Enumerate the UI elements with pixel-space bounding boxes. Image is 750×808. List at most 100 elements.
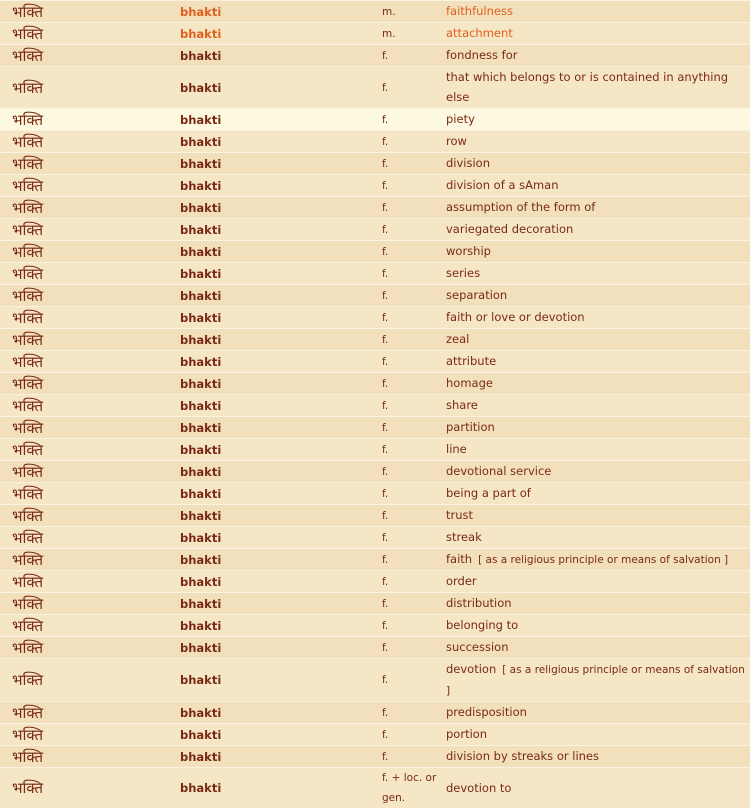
transliteration[interactable]: bhakti [180, 724, 382, 746]
meaning-cell: devotional service [446, 461, 750, 483]
meaning-text: devotion to [446, 781, 511, 795]
meaning-cell: row [446, 131, 750, 153]
dictionary-row[interactable]: भक्ति bhakti f. partition [0, 417, 750, 439]
meaning-cell: variegated decoration [446, 219, 750, 241]
transliteration[interactable]: bhakti [180, 329, 382, 351]
transliteration[interactable]: bhakti [180, 702, 382, 724]
transliteration[interactable]: bhakti [180, 197, 382, 219]
meaning-text: division [446, 156, 490, 170]
dictionary-row[interactable]: भक्ति bhakti f. row [0, 131, 750, 153]
transliteration[interactable]: bhakti [180, 395, 382, 417]
dictionary-row[interactable]: भक्ति bhakti f. being a part of [0, 483, 750, 505]
transliteration[interactable]: bhakti [180, 768, 382, 808]
meaning-text: devotional service [446, 464, 551, 478]
dictionary-row[interactable]: भक्ति bhakti f. worship [0, 241, 750, 263]
meaning-note: [ as a religious principle or means of s… [478, 554, 728, 566]
dictionary-row[interactable]: भक्ति bhakti f. line [0, 439, 750, 461]
dictionary-row[interactable]: भक्ति bhakti f. division of a sAman [0, 175, 750, 197]
transliteration[interactable]: bhakti [180, 505, 382, 527]
grammar-tag: f. [382, 549, 446, 571]
grammar-tag: f. [382, 439, 446, 461]
meaning-text: line [446, 442, 467, 456]
devanagari-word: भक्ति [0, 615, 180, 637]
dictionary-row[interactable]: भक्ति bhakti f. faith[ as a religious pr… [0, 549, 750, 571]
dictionary-row[interactable]: भक्ति bhakti f. faith or love or devotio… [0, 307, 750, 329]
transliteration[interactable]: bhakti [180, 637, 382, 659]
transliteration[interactable]: bhakti [180, 45, 382, 67]
transliteration[interactable]: bhakti [180, 351, 382, 373]
meaning-cell: division by streaks or lines [446, 746, 750, 768]
grammar-tag: f. [382, 527, 446, 549]
devanagari-word: भक्ति [0, 483, 180, 505]
transliteration[interactable]: bhakti [180, 241, 382, 263]
dictionary-row[interactable]: भक्ति bhakti f. that which belongs to or… [0, 67, 750, 109]
meaning-text: devotion [446, 662, 496, 676]
meaning-cell: portion [446, 724, 750, 746]
dictionary-row[interactable]: भक्ति bhakti f. homage [0, 373, 750, 395]
devanagari-word: भक्ति [0, 219, 180, 241]
meaning-cell: predisposition [446, 702, 750, 724]
meaning-cell: partition [446, 417, 750, 439]
devanagari-word: भक्ति [0, 197, 180, 219]
dictionary-row[interactable]: भक्ति bhakti m. attachment [0, 23, 750, 45]
transliteration[interactable]: bhakti [180, 549, 382, 571]
dictionary-row[interactable]: भक्ति bhakti f. attribute [0, 351, 750, 373]
dictionary-row[interactable]: भक्ति bhakti f. piety [0, 109, 750, 131]
transliteration[interactable]: bhakti [180, 67, 382, 109]
meaning-cell: devotion to [446, 768, 750, 808]
transliteration[interactable]: bhakti [180, 571, 382, 593]
transliteration[interactable]: bhakti [180, 1, 382, 23]
meaning-cell: attribute [446, 351, 750, 373]
grammar-tag: f. [382, 702, 446, 724]
transliteration[interactable]: bhakti [180, 175, 382, 197]
transliteration[interactable]: bhakti [180, 417, 382, 439]
dictionary-row[interactable]: भक्ति bhakti f. separation [0, 285, 750, 307]
dictionary-row[interactable]: भक्ति bhakti f. + loc. or gen. devotion … [0, 768, 750, 808]
dictionary-row[interactable]: भक्ति bhakti f. assumption of the form o… [0, 197, 750, 219]
devanagari-word: भक्ति [0, 23, 180, 45]
transliteration[interactable]: bhakti [180, 307, 382, 329]
dictionary-row[interactable]: भक्ति bhakti f. zeal [0, 329, 750, 351]
dictionary-row[interactable]: भक्ति bhakti f. devotion[ as a religious… [0, 659, 750, 702]
transliteration[interactable]: bhakti [180, 615, 382, 637]
meaning-cell: share [446, 395, 750, 417]
dictionary-row[interactable]: भक्ति bhakti f. portion [0, 724, 750, 746]
transliteration[interactable]: bhakti [180, 373, 382, 395]
dictionary-row[interactable]: भक्ति bhakti f. streak [0, 527, 750, 549]
transliteration[interactable]: bhakti [180, 219, 382, 241]
dictionary-row[interactable]: भक्ति bhakti f. trust [0, 505, 750, 527]
transliteration[interactable]: bhakti [180, 746, 382, 768]
transliteration[interactable]: bhakti [180, 461, 382, 483]
dictionary-row[interactable]: भक्ति bhakti f. devotional service [0, 461, 750, 483]
transliteration[interactable]: bhakti [180, 23, 382, 45]
transliteration[interactable]: bhakti [180, 659, 382, 702]
transliteration[interactable]: bhakti [180, 131, 382, 153]
transliteration[interactable]: bhakti [180, 439, 382, 461]
dictionary-row[interactable]: भक्ति bhakti f. variegated decoration [0, 219, 750, 241]
dictionary-row[interactable]: भक्ति bhakti f. division by streaks or l… [0, 746, 750, 768]
grammar-tag: f. [382, 329, 446, 351]
transliteration[interactable]: bhakti [180, 527, 382, 549]
dictionary-row[interactable]: भक्ति bhakti f. predisposition [0, 702, 750, 724]
transliteration[interactable]: bhakti [180, 153, 382, 175]
dictionary-row[interactable]: भक्ति bhakti f. share [0, 395, 750, 417]
transliteration[interactable]: bhakti [180, 285, 382, 307]
dictionary-row[interactable]: भक्ति bhakti f. order [0, 571, 750, 593]
transliteration[interactable]: bhakti [180, 483, 382, 505]
dictionary-row[interactable]: भक्ति bhakti m. faithfulness [0, 1, 750, 23]
grammar-tag: f. [382, 109, 446, 131]
grammar-tag: f. [382, 571, 446, 593]
transliteration[interactable]: bhakti [180, 593, 382, 615]
transliteration[interactable]: bhakti [180, 263, 382, 285]
dictionary-row[interactable]: भक्ति bhakti f. fondness for [0, 45, 750, 67]
meaning-text: partition [446, 420, 495, 434]
dictionary-row[interactable]: भक्ति bhakti f. belonging to [0, 615, 750, 637]
meaning-cell: division [446, 153, 750, 175]
dictionary-row[interactable]: भक्ति bhakti f. distribution [0, 593, 750, 615]
meaning-cell: distribution [446, 593, 750, 615]
dictionary-row[interactable]: भक्ति bhakti f. succession [0, 637, 750, 659]
dictionary-row[interactable]: भक्ति bhakti f. division [0, 153, 750, 175]
transliteration[interactable]: bhakti [180, 109, 382, 131]
dictionary-row[interactable]: भक्ति bhakti f. series [0, 263, 750, 285]
grammar-tag: f. [382, 659, 446, 702]
